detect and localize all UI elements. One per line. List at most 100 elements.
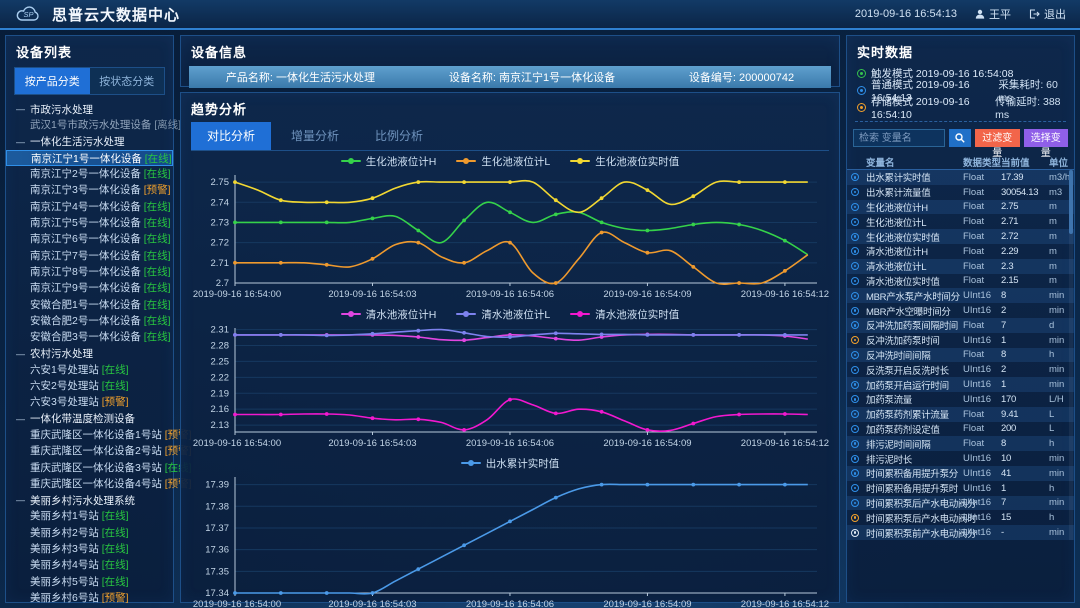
legend-item[interactable]: 出水累计实时值	[461, 456, 560, 471]
variable-row[interactable]: 生化池液位实时值Float2.72m	[847, 229, 1074, 244]
tree-item-device[interactable]: 六安3号处理站 [预警]	[6, 394, 173, 410]
variable-row[interactable]: 加药泵开启运行时间UInt161min	[847, 377, 1074, 392]
legend-item[interactable]: 生化池液位计L	[456, 154, 550, 169]
collapse-minus-icon[interactable]: —	[16, 495, 25, 505]
collapse-minus-icon[interactable]: —	[16, 137, 25, 147]
tree-item-device[interactable]: 南京江宁2号一体化设备 [在线]	[6, 166, 173, 182]
tree-item-device[interactable]: 南京江宁5号一体化设备 [在线]	[6, 215, 173, 231]
legend-item[interactable]: 清水池液位实时值	[570, 307, 679, 322]
variable-row[interactable]: 反洗泵开启反洗时长UInt162min	[847, 362, 1074, 377]
variable-value: 7	[1001, 320, 1049, 331]
variable-row[interactable]: 出水累计流量值Float30054.13m3	[847, 185, 1074, 200]
tree-group-label: 农村污水处理	[30, 346, 93, 361]
tree-item-device[interactable]: 重庆武隆区一体化设备2号站 [预警]	[6, 443, 173, 459]
variable-row[interactable]: 加药泵药剂设定值Float200L	[847, 422, 1074, 437]
variable-row[interactable]: 生化池液位计LFloat2.71m	[847, 214, 1074, 229]
variable-row[interactable]: 清水池液位计HFloat2.29m	[847, 244, 1074, 259]
collapse-minus-icon[interactable]: —	[16, 349, 25, 359]
tree-item-device[interactable]: 安徽合肥2号一体化设备 [在线]	[6, 313, 173, 329]
tree-item-device[interactable]: 重庆武隆区一体化设备3号站 [在线]	[6, 460, 173, 476]
tree-item-device[interactable]: 美丽乡村6号站 [预警]	[6, 590, 173, 606]
tree-item-device[interactable]: 安徽合肥3号一体化设备 [在线]	[6, 329, 173, 345]
search-button[interactable]	[949, 129, 971, 147]
select-variables-button[interactable]: 选择变量	[1024, 129, 1069, 147]
variable-row[interactable]: 反冲洗加药泵时间UInt161min	[847, 333, 1074, 348]
tree-item-device[interactable]: 六安2号处理站 [在线]	[6, 378, 173, 394]
variable-row[interactable]: 时间累积泵前产水电动阀分UInt16-min	[847, 525, 1074, 540]
collapse-minus-icon[interactable]: —	[16, 414, 25, 424]
tree-item-device[interactable]: 美丽乡村1号站 [在线]	[6, 508, 173, 524]
variable-row[interactable]: 时间累积泵后产水电动阀时UInt1615h	[847, 510, 1074, 525]
svg-text:17.37: 17.37	[205, 523, 229, 534]
logout-button[interactable]: 退出	[1029, 6, 1066, 22]
tree-item-device[interactable]: 武汉1号市政污水处理设备 [离线]	[6, 117, 173, 133]
tree-item-device[interactable]: 美丽乡村3号站 [在线]	[6, 541, 173, 557]
variable-value: 2	[1001, 305, 1049, 316]
tree-item-device[interactable]: 重庆武隆区一体化设备4号站 [预警]	[6, 476, 173, 492]
tree-group-header[interactable]: —一体化生活污水处理	[6, 134, 173, 150]
legend-marker-icon	[456, 310, 476, 318]
tree-item-device[interactable]: 南京江宁3号一体化设备 [预警]	[6, 182, 173, 198]
variable-row[interactable]: MBR产水泵产水时间分UInt168min	[847, 288, 1074, 303]
tree-item-device[interactable]: 美丽乡村2号站 [在线]	[6, 525, 173, 541]
legend-item[interactable]: 生化池液位计H	[341, 154, 437, 169]
tree-item-device[interactable]: 美丽乡村4号站 [在线]	[6, 557, 173, 573]
variable-row[interactable]: 反冲洗加药泵间隔时间Float7d	[847, 318, 1074, 333]
tab-ratio-analysis[interactable]: 比例分析	[359, 122, 439, 150]
tree-item-device[interactable]: 南京江宁6号一体化设备 [在线]	[6, 231, 173, 247]
trend-chart-3: 出水累计实时值17.3417.3517.3617.3717.3817.39201…	[181, 455, 839, 608]
legend-item[interactable]: 清水池液位计H	[341, 307, 437, 322]
variable-value: 2.71	[1001, 216, 1049, 227]
tree-group-header[interactable]: —市政污水处理	[6, 101, 173, 117]
filter-variables-button[interactable]: 过滤变量	[975, 129, 1020, 147]
variable-row[interactable]: 时间累积泵后产水电动阀分UInt167min	[847, 496, 1074, 511]
tab-increment-analysis[interactable]: 增量分析	[275, 122, 355, 150]
variable-row[interactable]: MBR产水空曝时间分UInt162min	[847, 303, 1074, 318]
variable-row[interactable]: 加药泵药剂累计流量Float9.41L	[847, 407, 1074, 422]
tab-by-product[interactable]: 按产品分类	[15, 68, 90, 94]
collapse-minus-icon[interactable]: —	[16, 104, 25, 114]
variable-row[interactable]: 清水池液位实时值Float2.15m	[847, 274, 1074, 289]
tree-item-device[interactable]: 安徽合肥1号一体化设备 [在线]	[6, 297, 173, 313]
tree-item-device[interactable]: 美丽乡村5号站 [在线]	[6, 574, 173, 590]
variable-value: 2.72	[1001, 231, 1049, 242]
variable-row[interactable]: 反冲洗时间间隔Float8h	[847, 348, 1074, 363]
legend-item[interactable]: 生化池液位实时值	[570, 154, 679, 169]
variable-row[interactable]: 排污泥时长UInt1610min	[847, 451, 1074, 466]
tree-group-header[interactable]: —一体化带温度检测设备	[6, 411, 173, 427]
variable-unit: L/H	[1049, 394, 1070, 405]
variable-status-icon	[851, 203, 859, 211]
svg-text:2019-09-16 16:54:03: 2019-09-16 16:54:03	[328, 599, 416, 608]
tree-group-header[interactable]: —美丽乡村污水处理系统	[6, 492, 173, 508]
tree-item-device[interactable]: 南京江宁8号一体化设备 [在线]	[6, 264, 173, 280]
variable-row[interactable]: 清水池液位计LFloat2.3m	[847, 259, 1074, 274]
legend-item[interactable]: 清水池液位计L	[456, 307, 550, 322]
tree-group-header[interactable]: — 农村污水处理	[6, 345, 173, 361]
scrollbar-thumb[interactable]	[1069, 170, 1073, 234]
tree-item-device[interactable]: 南京江宁7号一体化设备 [在线]	[6, 248, 173, 264]
variable-type: Float	[963, 216, 1001, 227]
tree-item-device[interactable]: 重庆武隆区一体化设备1号站 [预警]	[6, 427, 173, 443]
variable-row[interactable]: 生化池液位计HFloat2.75m	[847, 200, 1074, 215]
variable-row[interactable]: 出水累计实时值Float17.39m3/h	[847, 170, 1074, 185]
variable-unit: m	[1049, 261, 1070, 272]
variable-status-icon	[851, 218, 859, 226]
variable-row[interactable]: 时间累积备用提升泵时UInt161h	[847, 481, 1074, 496]
variable-unit: h	[1049, 483, 1070, 494]
tab-by-status[interactable]: 按状态分类	[90, 68, 165, 94]
user-menu[interactable]: 王平	[975, 6, 1011, 22]
tab-compare-analysis[interactable]: 对比分析	[191, 122, 271, 150]
device-status-badge: [在线]	[144, 233, 171, 245]
search-input[interactable]	[853, 129, 945, 147]
variable-row[interactable]: 时间累积备用提升泵分UInt1641min	[847, 466, 1074, 481]
variable-name: 清水池液位实时值	[866, 274, 963, 288]
variable-status-icon	[851, 336, 859, 344]
scrollbar-track[interactable]	[1069, 170, 1073, 540]
tree-item-device[interactable]: 南京江宁1号一体化设备 [在线]	[6, 150, 173, 166]
tree-item-device[interactable]: 南京江宁4号一体化设备 [在线]	[6, 199, 173, 215]
tree-item-device[interactable]: 六安1号处理站 [在线]	[6, 362, 173, 378]
tree-item-device[interactable]: 南京江宁9号一体化设备 [在线]	[6, 280, 173, 296]
svg-text:2.31: 2.31	[211, 325, 230, 336]
variable-row[interactable]: 排污泥时间间隔Float8h	[847, 436, 1074, 451]
variable-row[interactable]: 加药泵流量UInt16170L/H	[847, 392, 1074, 407]
